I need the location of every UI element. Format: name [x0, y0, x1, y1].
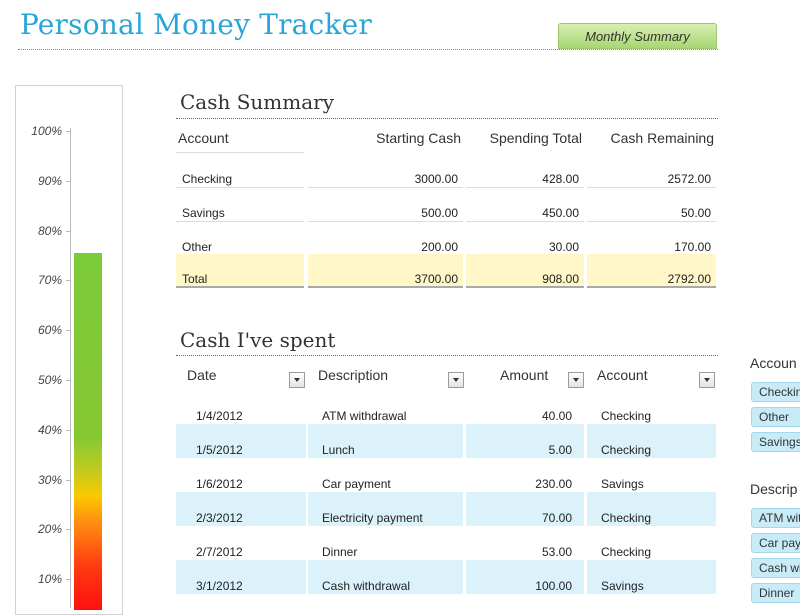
summary-total-spending-total: 908.00 [466, 254, 584, 288]
gauge-label: 80% [37, 223, 62, 238]
spent-cell-account: Checking [601, 409, 652, 423]
gauge-label: 30% [37, 472, 62, 487]
spent-cell-date: 2/3/2012 [176, 492, 306, 526]
cash-summary-divider [176, 118, 718, 119]
summary-cell-starting-cash: 3000.00 [308, 170, 463, 188]
title-divider [18, 49, 718, 50]
spent-cell-account: Savings [587, 560, 716, 594]
spent-cell-amount: 100.00 [466, 560, 584, 594]
spent-cell-date: 1/6/2012 [196, 477, 243, 491]
summary-total-starting-cash: 3700.00 [308, 254, 463, 288]
description-slicer-item[interactable]: ATM wit [751, 508, 800, 528]
spent-cell-date: 3/1/2012 [176, 560, 306, 594]
gauge-axis [70, 128, 71, 608]
summary-cell-account: Savings [176, 204, 304, 222]
spent-cell-amount: 40.00 [541, 409, 572, 423]
summary-cell-starting-cash: 500.00 [308, 204, 463, 222]
amount-filter-dropdown-icon[interactable] [568, 372, 584, 388]
spent-cell-description: Cash withdrawal [308, 560, 463, 594]
spent-header-description: Description [318, 367, 389, 383]
spent-cell-date: 2/7/2012 [196, 545, 243, 559]
spent-cell-date: 1/5/2012 [176, 424, 306, 458]
summary-cell-cash-remaining: 2572.00 [587, 170, 716, 188]
spent-cell-account: Checking [587, 424, 716, 458]
spent-cell-description: Lunch [308, 424, 463, 458]
spent-header-account: Account [597, 367, 648, 383]
gauge-label: 20% [37, 522, 62, 537]
description-slicer-item[interactable]: Car pay [751, 533, 800, 553]
spent-cell-amount: 53.00 [541, 545, 572, 559]
spent-cell-amount: 5.00 [466, 424, 584, 458]
spent-cell-account: Checking [601, 545, 652, 559]
account-slicer-item[interactable]: Checkin [751, 382, 800, 402]
summary-header-account: Account [176, 123, 304, 153]
spent-cell-account: Checking [587, 492, 716, 526]
gauge-tick [66, 230, 71, 232]
summary-header-spending-total: Spending Total [489, 130, 582, 146]
gauge-tick [66, 280, 71, 282]
spent-header-date: Date [187, 367, 217, 383]
gauge-label: 70% [37, 273, 62, 288]
summary-total-cash-remaining: 2792.00 [587, 254, 716, 288]
summary-header-cash-remaining: Cash Remaining [610, 130, 715, 146]
summary-cell-cash-remaining: 50.00 [587, 204, 716, 222]
date-filter-dropdown-icon[interactable] [289, 372, 305, 388]
account-slicer-item[interactable]: Other [751, 407, 800, 427]
cash-spent-title: Cash I've spent [180, 328, 336, 352]
cash-summary-title: Cash Summary [180, 90, 335, 114]
summary-cell-spending-total: 428.00 [466, 170, 584, 188]
gauge-label: 40% [37, 422, 62, 437]
account-slicer-title: Accoun [750, 355, 797, 371]
description-slicer-item[interactable]: Dinner [751, 583, 800, 603]
gauge-tick [66, 579, 71, 581]
gauge-bar [74, 253, 102, 610]
spent-cell-amount: 70.00 [466, 492, 584, 526]
account-filter-dropdown-icon[interactable] [699, 372, 715, 388]
spent-cell-date: 1/4/2012 [196, 409, 243, 423]
gauge-label: 10% [37, 572, 62, 587]
gauge-label: 50% [37, 373, 62, 387]
app-title: Personal Money Tracker [20, 8, 372, 41]
gauge-label: 90% [37, 173, 62, 188]
spent-header-amount: Amount [500, 367, 549, 383]
spent-cell-description: Dinner [322, 545, 358, 559]
gauge-tick [66, 131, 71, 132]
gauge-tick [66, 529, 71, 531]
summary-cell-spending-total: 450.00 [466, 204, 584, 222]
gauge-label: 60% [37, 323, 62, 338]
gauge-tick [66, 479, 71, 481]
description-slicer-item[interactable]: Cash wi [751, 558, 800, 578]
spent-cell-description: Car payment [322, 477, 391, 491]
gauge-tick [66, 380, 71, 381]
description-slicer-title: Descrip [750, 481, 798, 497]
gauge-label: 100% [31, 124, 62, 138]
summary-header-starting-cash: Starting Cash [376, 130, 461, 146]
gauge-tick [66, 180, 71, 182]
summary-cell-account: Checking [176, 170, 304, 188]
monthly-summary-button[interactable]: Monthly Summary [558, 23, 717, 49]
summary-total-account: Total [176, 254, 304, 288]
description-filter-dropdown-icon[interactable] [448, 372, 464, 388]
spent-cell-amount: 230.00 [535, 477, 572, 491]
gauge-tick [66, 429, 71, 431]
spent-cell-account: Savings [601, 477, 644, 491]
spent-cell-description: Electricity payment [308, 492, 463, 526]
account-slicer-item[interactable]: Savings [751, 432, 800, 452]
gauge-tick [66, 330, 71, 332]
spent-cell-description: ATM withdrawal [322, 409, 407, 423]
cash-spent-divider [176, 355, 718, 356]
